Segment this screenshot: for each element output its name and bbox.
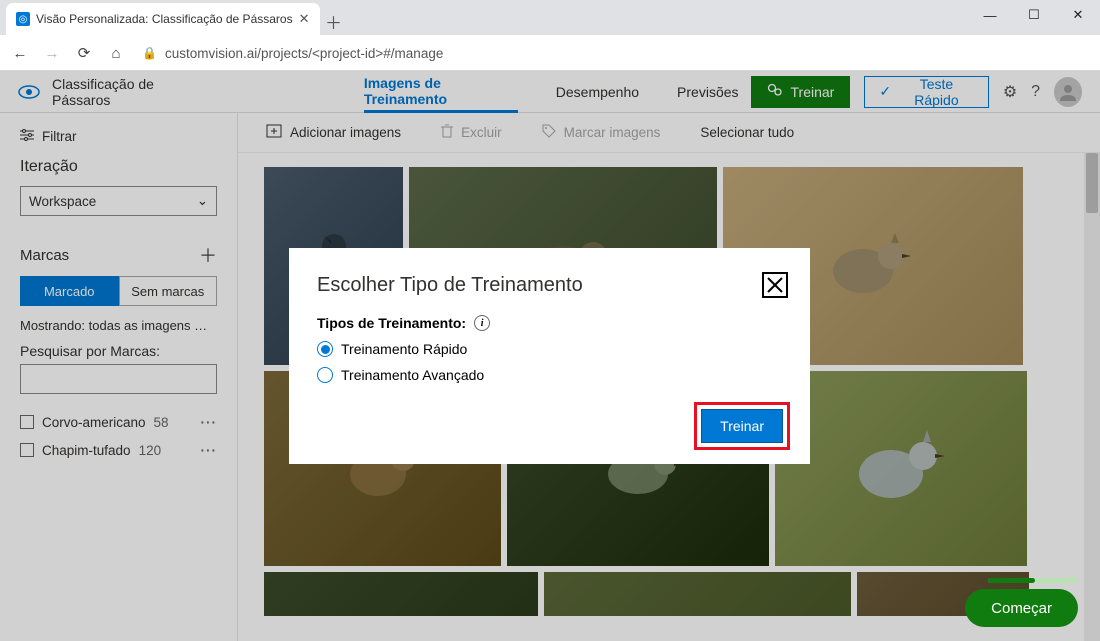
project-name: Classificação de Pássaros — [52, 76, 212, 108]
window-close-button[interactable]: ✕ — [1056, 0, 1100, 30]
nav-home-button[interactable]: ⌂ — [102, 39, 130, 67]
tab-favicon-icon: ◎ — [16, 12, 30, 26]
filter-label: Filtrar — [42, 129, 77, 144]
tag-item[interactable]: Corvo-americano 58 ··· — [20, 408, 217, 436]
tab-title: Visão Personalizada: Classificação de Pá… — [36, 12, 293, 26]
add-tag-button[interactable]: ＋ — [199, 242, 217, 268]
header-actions: Treinar ✓ Teste Rápido ⚙ ? — [751, 76, 1082, 108]
address-bar[interactable]: 🔒 customvision.ai/projects/<project-id>#… — [134, 39, 1094, 67]
untagged-button[interactable]: Sem marcas — [119, 276, 218, 306]
new-tab-button[interactable]: ＋ — [320, 7, 348, 35]
avatar[interactable] — [1054, 77, 1082, 107]
image-thumbnail[interactable] — [544, 572, 851, 616]
showing-text: Mostrando: todas as imagens ma... — [20, 318, 217, 333]
tab-close-icon[interactable]: ✕ — [299, 11, 310, 27]
tag-item[interactable]: Chapim-tufado 120 ··· — [20, 436, 217, 464]
app-header: Classificação de Pássaros Imagens de Tre… — [0, 71, 1100, 113]
delete-button: Excluir — [441, 124, 502, 141]
tag-count: 58 — [154, 415, 169, 430]
train-button-highlight: Treinar — [694, 402, 790, 450]
modal-close-button[interactable] — [762, 272, 788, 298]
gears-icon — [767, 83, 783, 100]
progress-widget: Começar — [965, 578, 1078, 627]
sliders-icon — [20, 129, 34, 144]
radio-button-icon — [317, 341, 333, 357]
close-icon — [766, 276, 784, 294]
iteration-heading: Iteração — [20, 158, 217, 176]
scrollbar-thumb[interactable] — [1086, 153, 1098, 213]
tab-performance[interactable]: Desempenho — [556, 71, 639, 112]
filter-toggle[interactable]: Filtrar — [20, 129, 217, 144]
search-tags-input[interactable] — [20, 364, 217, 394]
window-controls: ― ☐ ✕ — [968, 0, 1100, 30]
train-button[interactable]: Treinar — [751, 76, 851, 108]
nav-tabs: Imagens de Treinamento Desempenho Previs… — [364, 71, 739, 112]
tag-checkbox[interactable] — [20, 415, 34, 429]
nav-forward-button[interactable]: → — [38, 39, 66, 67]
browser-tab[interactable]: ◎ Visão Personalizada: Classificação de … — [6, 3, 320, 35]
tag-images-button: Marcar imagens — [542, 124, 661, 141]
tag-name: Corvo-americano — [42, 415, 146, 430]
tab-bar: ◎ Visão Personalizada: Classificação de … — [0, 0, 1100, 35]
workspace-dropdown[interactable]: Workspace ⌄ — [20, 186, 217, 216]
tag-count: 120 — [139, 443, 162, 458]
image-toolbar: Adicionar imagens Excluir Marcar imagens… — [238, 113, 1100, 153]
start-button[interactable]: Começar — [965, 589, 1078, 627]
radio-button-icon — [317, 367, 333, 383]
tag-icon — [542, 124, 556, 141]
help-icon[interactable]: ? — [1031, 83, 1040, 101]
chevron-down-icon: ⌄ — [197, 193, 208, 209]
select-all-button[interactable]: Selecionar tudo — [700, 125, 794, 140]
radio-advanced-training[interactable]: Treinamento Avançado — [317, 367, 782, 383]
scrollbar[interactable] — [1084, 153, 1100, 641]
add-image-icon — [266, 124, 282, 141]
check-icon: ✓ — [879, 83, 891, 100]
progress-bar — [988, 578, 1078, 583]
tag-more-icon[interactable]: ··· — [201, 415, 218, 430]
tag-name: Chapim-tufado — [42, 443, 131, 458]
trash-icon — [441, 124, 453, 141]
settings-icon[interactable]: ⚙ — [1003, 82, 1017, 102]
tab-predictions[interactable]: Previsões — [677, 71, 738, 112]
training-type-modal: Escolher Tipo de Treinamento Tipos de Tr… — [289, 248, 810, 464]
customvision-logo-icon — [18, 85, 40, 99]
train-button-label: Treinar — [791, 84, 835, 100]
radio-label: Treinamento Rápido — [341, 341, 467, 357]
radio-label: Treinamento Avançado — [341, 367, 484, 383]
tagged-button[interactable]: Marcado — [20, 276, 119, 306]
image-thumbnail[interactable] — [775, 371, 1027, 566]
add-images-button[interactable]: Adicionar imagens — [266, 124, 401, 141]
address-bar-row: ← → ⟳ ⌂ 🔒 customvision.ai/projects/<proj… — [0, 35, 1100, 71]
image-thumbnail[interactable] — [264, 572, 538, 616]
lock-icon: 🔒 — [142, 46, 157, 60]
quick-test-label: Teste Rápido — [899, 76, 974, 108]
modal-title: Escolher Tipo de Treinamento — [317, 274, 782, 297]
tags-heading: Marcas — [20, 247, 69, 264]
modal-train-button[interactable]: Treinar — [701, 409, 783, 443]
progress-bar-fill — [988, 578, 1035, 583]
nav-back-button[interactable]: ← — [6, 39, 34, 67]
sidebar: Filtrar Iteração Workspace ⌄ Marcas ＋ Ma… — [0, 113, 238, 641]
search-tags-label: Pesquisar por Marcas: — [20, 343, 217, 359]
window-maximize-button[interactable]: ☐ — [1012, 0, 1056, 30]
tag-more-icon[interactable]: ··· — [201, 443, 218, 458]
quick-test-button[interactable]: ✓ Teste Rápido — [864, 76, 988, 108]
radio-quick-training[interactable]: Treinamento Rápido — [317, 341, 782, 357]
info-icon[interactable]: i — [474, 315, 490, 331]
tagged-segment: Marcado Sem marcas — [20, 276, 217, 306]
nav-reload-button[interactable]: ⟳ — [70, 39, 98, 67]
training-types-heading: Tipos de Treinamento: i — [317, 315, 782, 331]
tag-checkbox[interactable] — [20, 443, 34, 457]
tab-training-images[interactable]: Imagens de Treinamento — [364, 72, 518, 113]
browser-chrome: ◎ Visão Personalizada: Classificação de … — [0, 0, 1100, 71]
workspace-value: Workspace — [29, 194, 96, 209]
window-minimize-button[interactable]: ― — [968, 0, 1012, 30]
url-text: customvision.ai/projects/<project-id>#/m… — [165, 46, 443, 61]
